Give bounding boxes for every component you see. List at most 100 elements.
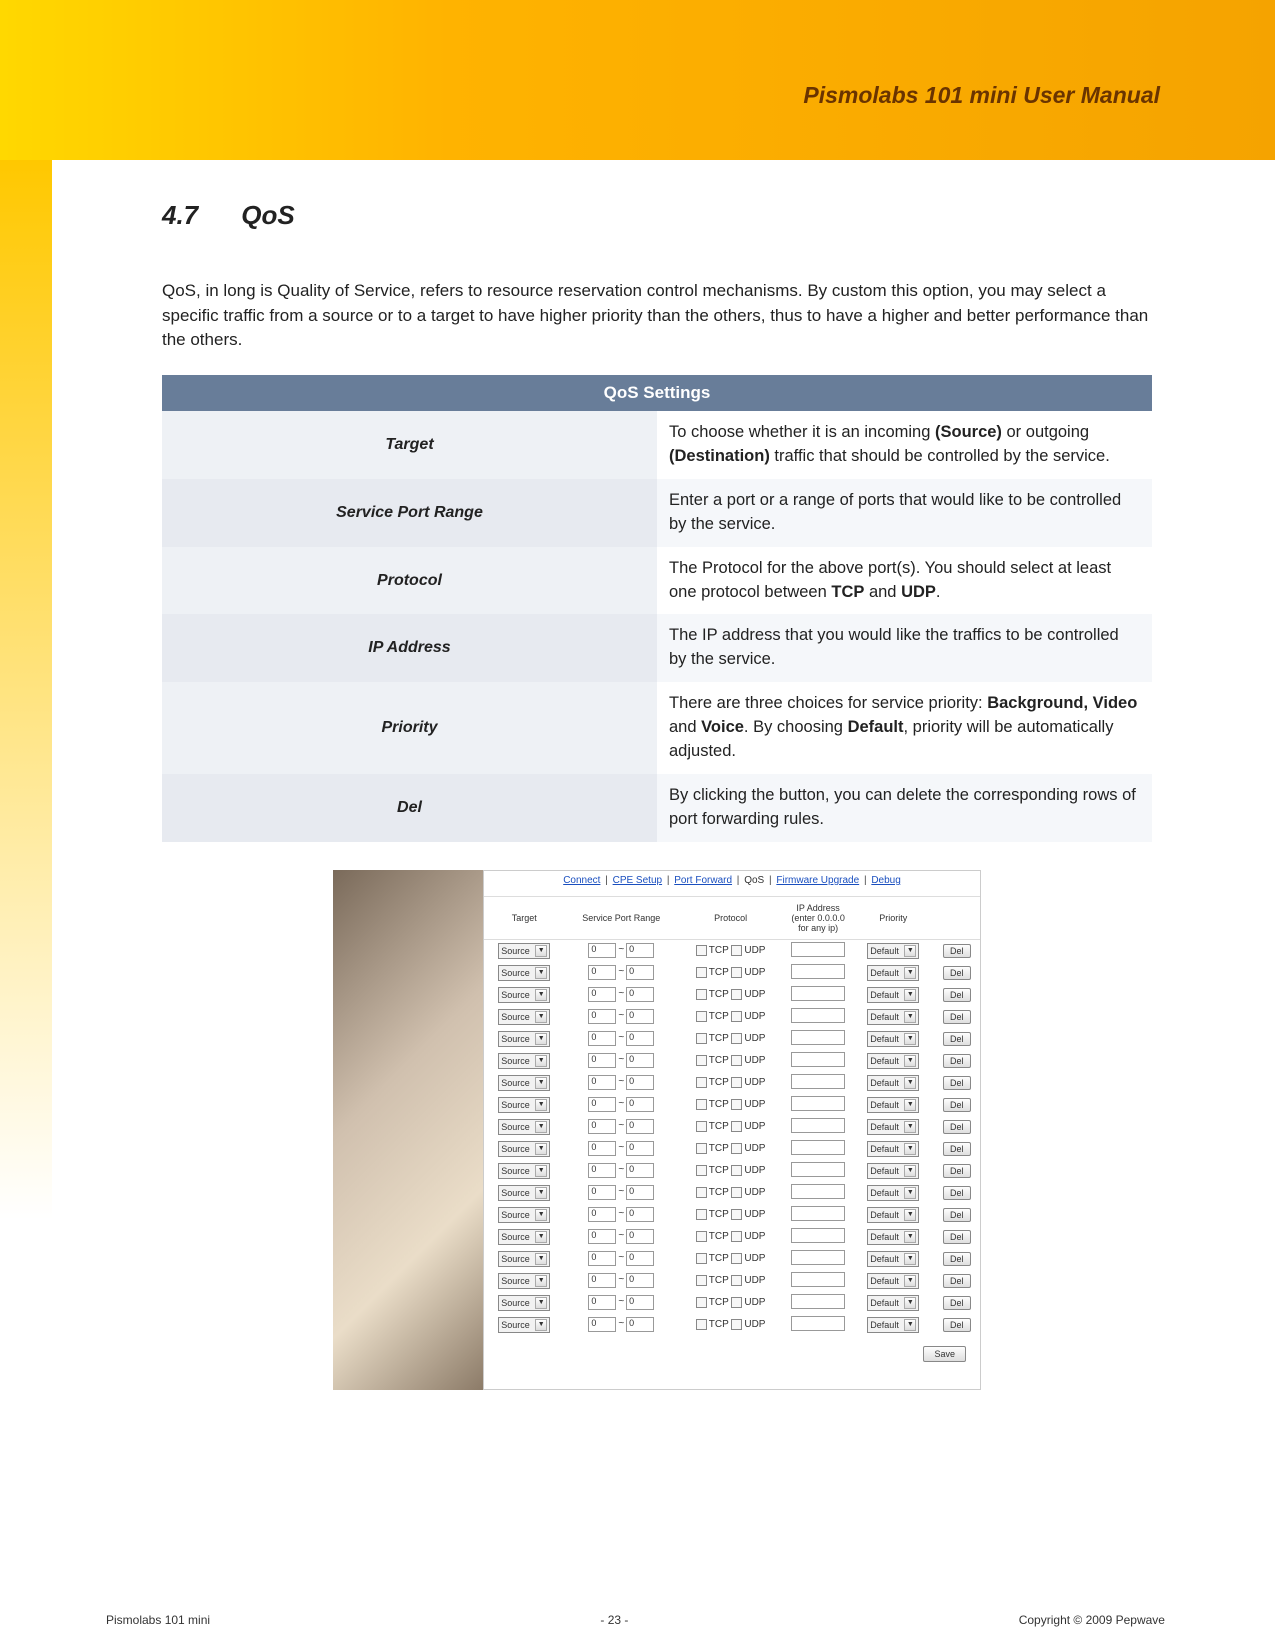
target-select[interactable]: Source▼ [498,1207,550,1223]
ip-input[interactable] [791,1096,845,1111]
target-select[interactable]: Source▼ [498,1075,550,1091]
udp-checkbox[interactable] [731,1011,742,1022]
priority-select[interactable]: Default▼ [867,1273,919,1289]
target-select[interactable]: Source▼ [498,1295,550,1311]
port-from-input[interactable]: 0 [588,1229,616,1244]
del-button[interactable]: Del [943,1120,971,1134]
udp-checkbox[interactable] [731,1231,742,1242]
port-to-input[interactable]: 0 [626,1295,654,1310]
priority-select[interactable]: Default▼ [867,1075,919,1091]
udp-checkbox[interactable] [731,967,742,978]
port-to-input[interactable]: 0 [626,987,654,1002]
udp-checkbox[interactable] [731,1275,742,1286]
del-button[interactable]: Del [943,1098,971,1112]
target-select[interactable]: Source▼ [498,1097,550,1113]
nav-link-port-forward[interactable]: Port Forward [674,875,732,886]
tcp-checkbox[interactable] [696,967,707,978]
del-button[interactable]: Del [943,1208,971,1222]
port-from-input[interactable]: 0 [588,1207,616,1222]
del-button[interactable]: Del [943,1230,971,1244]
del-button[interactable]: Del [943,1186,971,1200]
nav-link-debug[interactable]: Debug [871,875,900,886]
target-select[interactable]: Source▼ [498,1141,550,1157]
ip-input[interactable] [791,1118,845,1133]
priority-select[interactable]: Default▼ [867,1207,919,1223]
port-from-input[interactable]: 0 [588,1075,616,1090]
port-to-input[interactable]: 0 [626,1119,654,1134]
ip-input[interactable] [791,1140,845,1155]
port-from-input[interactable]: 0 [588,1185,616,1200]
port-to-input[interactable]: 0 [626,943,654,958]
del-button[interactable]: Del [943,944,971,958]
target-select[interactable]: Source▼ [498,1273,550,1289]
udp-checkbox[interactable] [731,1209,742,1220]
ip-input[interactable] [791,942,845,957]
priority-select[interactable]: Default▼ [867,1031,919,1047]
target-select[interactable]: Source▼ [498,1251,550,1267]
priority-select[interactable]: Default▼ [867,1009,919,1025]
del-button[interactable]: Del [943,1318,971,1332]
target-select[interactable]: Source▼ [498,965,550,981]
priority-select[interactable]: Default▼ [867,1185,919,1201]
port-from-input[interactable]: 0 [588,1053,616,1068]
port-to-input[interactable]: 0 [626,1185,654,1200]
ip-input[interactable] [791,1074,845,1089]
del-button[interactable]: Del [943,1032,971,1046]
port-to-input[interactable]: 0 [626,1097,654,1112]
port-from-input[interactable]: 0 [588,1273,616,1288]
target-select[interactable]: Source▼ [498,1229,550,1245]
save-button[interactable]: Save [923,1346,966,1362]
target-select[interactable]: Source▼ [498,1185,550,1201]
tcp-checkbox[interactable] [696,1121,707,1132]
target-select[interactable]: Source▼ [498,1031,550,1047]
ip-input[interactable] [791,1008,845,1023]
port-from-input[interactable]: 0 [588,1163,616,1178]
port-to-input[interactable]: 0 [626,1141,654,1156]
target-select[interactable]: Source▼ [498,1119,550,1135]
port-to-input[interactable]: 0 [626,1009,654,1024]
port-to-input[interactable]: 0 [626,965,654,980]
del-button[interactable]: Del [943,966,971,980]
tcp-checkbox[interactable] [696,1319,707,1330]
udp-checkbox[interactable] [731,1319,742,1330]
port-to-input[interactable]: 0 [626,1207,654,1222]
port-from-input[interactable]: 0 [588,987,616,1002]
port-from-input[interactable]: 0 [588,1295,616,1310]
tcp-checkbox[interactable] [696,1231,707,1242]
udp-checkbox[interactable] [731,989,742,1000]
del-button[interactable]: Del [943,1142,971,1156]
udp-checkbox[interactable] [731,1165,742,1176]
priority-select[interactable]: Default▼ [867,965,919,981]
target-select[interactable]: Source▼ [498,987,550,1003]
del-button[interactable]: Del [943,1010,971,1024]
del-button[interactable]: Del [943,1274,971,1288]
tcp-checkbox[interactable] [696,1209,707,1220]
port-from-input[interactable]: 0 [588,1097,616,1112]
priority-select[interactable]: Default▼ [867,1163,919,1179]
target-select[interactable]: Source▼ [498,1163,550,1179]
port-from-input[interactable]: 0 [588,943,616,958]
port-to-input[interactable]: 0 [626,1053,654,1068]
tcp-checkbox[interactable] [696,1033,707,1044]
tcp-checkbox[interactable] [696,1297,707,1308]
ip-input[interactable] [791,986,845,1001]
tcp-checkbox[interactable] [696,1275,707,1286]
port-from-input[interactable]: 0 [588,1251,616,1266]
del-button[interactable]: Del [943,1076,971,1090]
tcp-checkbox[interactable] [696,1165,707,1176]
target-select[interactable]: Source▼ [498,1317,550,1333]
target-select[interactable]: Source▼ [498,1009,550,1025]
priority-select[interactable]: Default▼ [867,1317,919,1333]
target-select[interactable]: Source▼ [498,943,550,959]
port-to-input[interactable]: 0 [626,1251,654,1266]
priority-select[interactable]: Default▼ [867,1053,919,1069]
priority-select[interactable]: Default▼ [867,1141,919,1157]
ip-input[interactable] [791,1272,845,1287]
tcp-checkbox[interactable] [696,1143,707,1154]
udp-checkbox[interactable] [731,1253,742,1264]
nav-link-connect[interactable]: Connect [563,875,600,886]
port-to-input[interactable]: 0 [626,1273,654,1288]
udp-checkbox[interactable] [731,1297,742,1308]
udp-checkbox[interactable] [731,1143,742,1154]
target-select[interactable]: Source▼ [498,1053,550,1069]
